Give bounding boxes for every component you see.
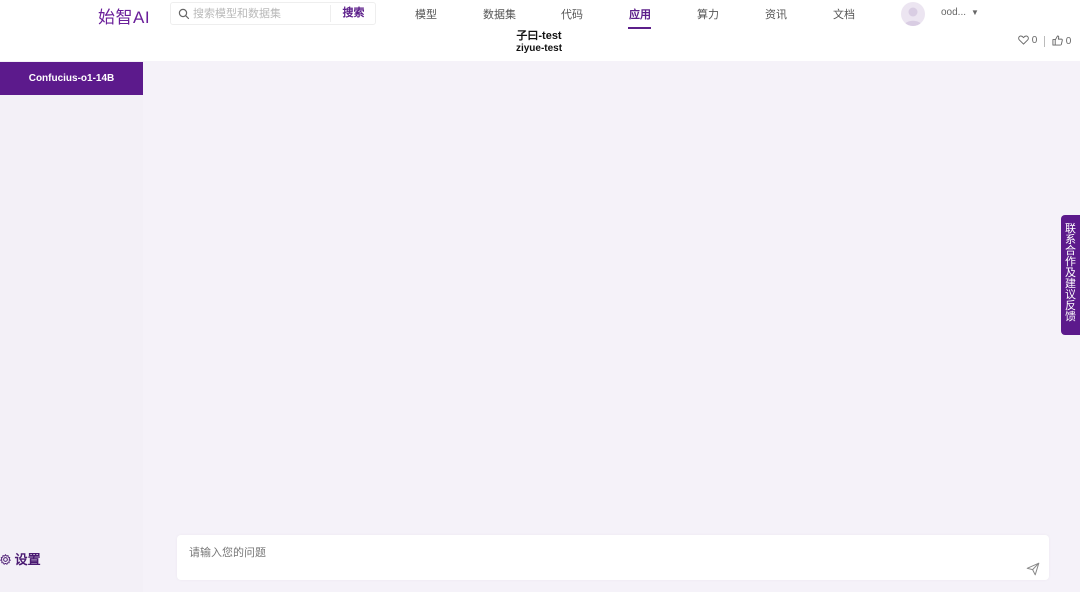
gear-icon: [0, 553, 11, 565]
sidebar-item-model[interactable]: Confucius-o1-14B: [0, 62, 143, 95]
nav-item-code[interactable]: 代码: [561, 6, 583, 22]
nav-item-datasets[interactable]: 数据集: [483, 6, 516, 22]
feedback-tab[interactable]: 联系合作及建议反馈: [1061, 215, 1080, 335]
like-count: 0: [1031, 35, 1038, 46]
top-nav: 始智AI 搜索 模型 数据集 代码 应用 算力 资讯 文档 ood... ▼: [0, 0, 1080, 29]
send-icon[interactable]: [1026, 562, 1040, 576]
avatar[interactable]: [901, 2, 925, 26]
site-logo[interactable]: 始智AI: [98, 3, 150, 28]
user-name[interactable]: ood...: [941, 7, 966, 18]
settings-label: 设置: [14, 552, 41, 567]
sidebar: Confucius-o1-14B 设置: [0, 61, 143, 592]
user-menu-chevron-down-icon[interactable]: ▼: [971, 8, 979, 17]
app-title-cn: 子曰-test: [516, 30, 562, 42]
heart-icon: [1018, 35, 1029, 45]
nav-item-compute[interactable]: 算力: [697, 6, 719, 22]
search-button[interactable]: 搜索: [331, 3, 376, 24]
chat-input-container: [177, 535, 1049, 580]
nav-item-models[interactable]: 模型: [415, 6, 437, 22]
chat-area: [143, 61, 1080, 592]
thumb-count: 0: [1065, 36, 1072, 47]
app-title-en: ziyue-test: [515, 43, 563, 54]
nav-item-news[interactable]: 资讯: [765, 6, 787, 22]
thumbs-up-icon: [1052, 35, 1063, 46]
user-avatar-icon: [904, 7, 922, 26]
search-box: 搜索: [170, 2, 376, 25]
stats-divider: [1044, 36, 1045, 47]
nav-item-docs[interactable]: 文档: [833, 6, 855, 22]
settings-button[interactable]: 设置: [0, 549, 41, 567]
nav-item-apps[interactable]: 应用: [629, 6, 651, 22]
search-input[interactable]: [193, 5, 329, 22]
search-icon: [178, 8, 190, 20]
thumb-stat[interactable]: 0: [1052, 35, 1071, 47]
nav-active-indicator: [628, 27, 651, 29]
chat-input[interactable]: [189, 544, 1009, 572]
like-stat[interactable]: 0: [1018, 35, 1037, 46]
app-root: 始智AI 搜索 模型 数据集 代码 应用 算力 资讯 文档 ood... ▼ 子…: [0, 0, 1080, 592]
